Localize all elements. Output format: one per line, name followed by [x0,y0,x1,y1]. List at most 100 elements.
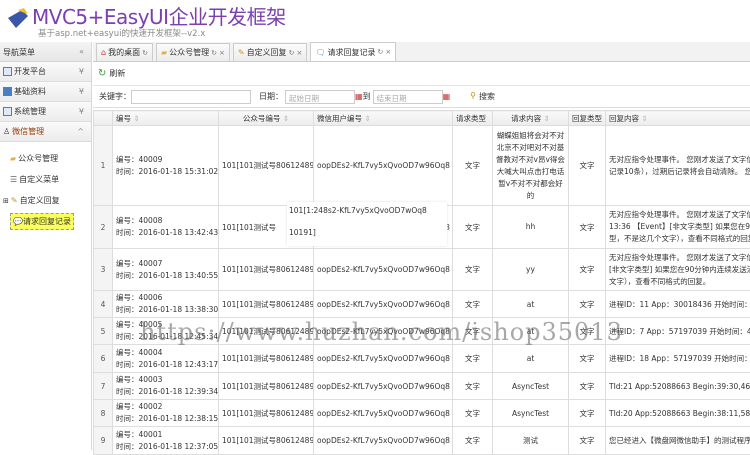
refresh-tab-icon[interactable]: ↻ [142,49,148,57]
reply-content-cell: TId:20 App:52088663 Begin:38:11,5828 En [606,400,750,427]
record-time: 时间：2016-01-18 12:39:34 [116,386,215,398]
window-icon [3,107,12,116]
table-row[interactable]: 6编号：40004时间：2016-01-18 12:43:17101[101测试… [94,345,750,373]
user-cell: oopDEs2-KfL7vy5xQvoOD7w96Oq8 [314,373,453,400]
reply-content-cell: TId:21 App:52088663 Begin:39:30,4655 En [606,373,750,400]
expand-icon[interactable]: ⊞ [3,197,9,205]
group-label: 系统管理 [14,106,46,117]
refresh-icon: ↻ [98,68,106,79]
tree-item-custom-reply[interactable]: ⊞✎自定义回复 [0,190,91,211]
req-type-cell: 文字 [453,249,493,291]
group-label: 基础资料 [14,86,46,97]
search-button[interactable]: ⚲搜索 [470,91,495,102]
mp-cell: 101[101测试号806124891] [219,318,314,345]
mp-cell: 101[101测试号806124891] [219,291,314,318]
chevron-down-icon: ¥ [79,67,84,76]
record-id: 编号：40008 [116,215,215,227]
user-cell: oopDEs2-KfL7vy5xQvoOD7w96Oq8 [314,318,453,345]
row-number: 2 [94,206,113,249]
col-user[interactable]: 微信用户编号 ⇕ [314,111,453,126]
edit-icon: ✎ [238,48,245,57]
col-reply[interactable]: 回复内容 ⇕ [606,111,750,126]
col-req[interactable]: 请求内容 ⇕ [493,111,569,126]
col-id[interactable]: 编号 ⇕ [113,111,219,126]
table-row[interactable]: 7编号：40003时间：2016-01-18 12:39:34101[101测试… [94,373,750,400]
tree-label: 自定义回复 [20,195,60,206]
row-number: 7 [94,373,113,400]
tree-item-custom-menu[interactable]: ☰自定义菜单 [0,169,91,190]
col-reply-type[interactable]: 回复类型 [569,111,606,126]
reply-content-cell: 无对应指令处理事件。 您刚才发送了文字信息 13:36 【Event】[非文字类… [606,206,750,249]
calendar-icon[interactable]: ▦ [443,92,451,101]
tree-label-text: 请求回复记录 [23,217,71,226]
req-content-cell: hh [493,206,569,249]
reply-type-cell: 文字 [569,206,606,249]
record-id-cell: 编号：40006时间：2016-01-18 13:38:30 [113,291,219,318]
tab-custom-reply[interactable]: ✎自定义回复↻× [233,43,307,61]
req-type-cell: 文字 [453,126,493,206]
to-label: 到 [363,91,371,102]
reply-content-cell: 进程ID：7 App：57197039 开始时间：43:3 [606,318,750,345]
reply-type-cell: 文字 [569,373,606,400]
app-title: MVC5+EasyUI企业开发框架 [32,1,286,30]
tab-desktop[interactable]: ⌂我的桌面↻ [96,43,153,61]
table-row[interactable]: 5编号：40005时间：2016-01-18 12:45:34101[101测试… [94,318,750,345]
tree-label: 自定义菜单 [19,174,59,185]
record-id: 编号：40004 [116,347,215,359]
refresh-tab-icon[interactable]: ↻ [377,48,383,56]
record-id: 编号：40009 [116,154,215,166]
table-row[interactable]: 4编号：40006时间：2016-01-18 13:38:30101[101测试… [94,291,750,318]
tab-bar: ⌂我的桌面↻ ▰公众号管理↻× ✎自定义回复↻× 🗨请求回复记录↻× [93,42,750,62]
record-id-cell: 编号：40001时间：2016-01-18 12:37:05 [113,427,219,455]
table-row[interactable]: 1编号：40009时间：2016-01-18 15:31:02101[101测试… [94,126,750,206]
record-time: 时间：2016-01-18 12:37:05 [116,441,215,453]
group-label: 微信管理 [12,126,44,137]
search-bar: 关键字： 日期： 起始日期 ▦ 到 结束日期 ▦ ⚲搜索 [93,86,750,108]
tab-mp-manage[interactable]: ▰公众号管理↻× [156,43,230,61]
record-time: 时间：2016-01-18 13:42:43 [116,227,215,239]
req-type-cell: 文字 [453,345,493,373]
table-row[interactable]: 8编号：40002时间：2016-01-18 12:38:15101[101测试… [94,400,750,427]
record-time: 时间：2016-01-18 15:31:02 [116,166,215,178]
req-type-cell: 文字 [453,206,493,249]
refresh-tab-icon[interactable]: ↻ [289,49,295,57]
reply-content-cell: 无对应指令处理事件。 您刚才发送了文字信息 [非文字类型] 如果您在90分钟内连… [606,249,750,291]
refresh-tab-icon[interactable]: ↻ [211,49,217,57]
col-req-type[interactable]: 请求类型 [453,111,493,126]
close-icon[interactable]: × [385,48,391,56]
calendar-icon[interactable]: ▦ [355,92,363,101]
sidebar-group-wechat[interactable]: ♙微信管理^ [0,122,91,142]
date-label: 日期： [259,91,283,102]
tree-item-request-log[interactable]: 💬请求回复记录 [0,211,91,232]
close-icon[interactable]: × [296,49,302,57]
table-row[interactable]: 9编号：40001时间：2016-01-18 12:37:05101[101测试… [94,427,750,455]
sidebar-group-dev-platform[interactable]: 开发平台 ¥ [0,62,91,82]
row-number: 9 [94,427,113,455]
collapse-icon[interactable]: « [79,47,84,56]
group-label: 开发平台 [14,66,46,77]
refresh-button[interactable]: ↻刷新 [98,68,125,79]
user-cell: oopDEs2-KfL7vy5xQvoOD7w96Oq8 [314,249,453,291]
sidebar-group-system[interactable]: 系统管理¥ [0,102,91,122]
end-date-input[interactable]: 结束日期 [373,90,443,104]
record-id: 编号：40001 [116,429,215,441]
tree-item-mp-manage[interactable]: ▰公众号管理 [0,148,91,169]
record-id: 编号：40007 [116,258,215,270]
sidebar-group-basic-data[interactable]: 基础资料 ¥ [0,82,91,102]
mp-cell: 101[101测试号806124891] [219,373,314,400]
tab-request-log[interactable]: 🗨请求回复记录↻× [310,42,396,61]
chevron-down-icon: ¥ [79,87,84,96]
table-row[interactable]: 3编号：40007时间：2016-01-18 13:40:55101[101测试… [94,249,750,291]
start-date-input[interactable]: 起始日期 [285,90,355,104]
window-icon [3,67,12,76]
keyword-input[interactable] [131,90,251,104]
record-id-cell: 编号：40007时间：2016-01-18 13:40:55 [113,249,219,291]
req-content-cell: at [493,291,569,318]
col-mp[interactable]: 公众号编号 ⇕ [219,111,314,126]
close-icon[interactable]: × [219,49,225,57]
row-number: 8 [94,400,113,427]
mp-cell: 101[101测试号806124891] [219,400,314,427]
request-log-table: 编号 ⇕ 公众号编号 ⇕ 微信用户编号 ⇕ 请求类型 请求内容 ⇕ 回复类型 回… [93,110,750,455]
reply-type-cell: 文字 [569,126,606,206]
req-content-cell: AsyncTest [493,373,569,400]
